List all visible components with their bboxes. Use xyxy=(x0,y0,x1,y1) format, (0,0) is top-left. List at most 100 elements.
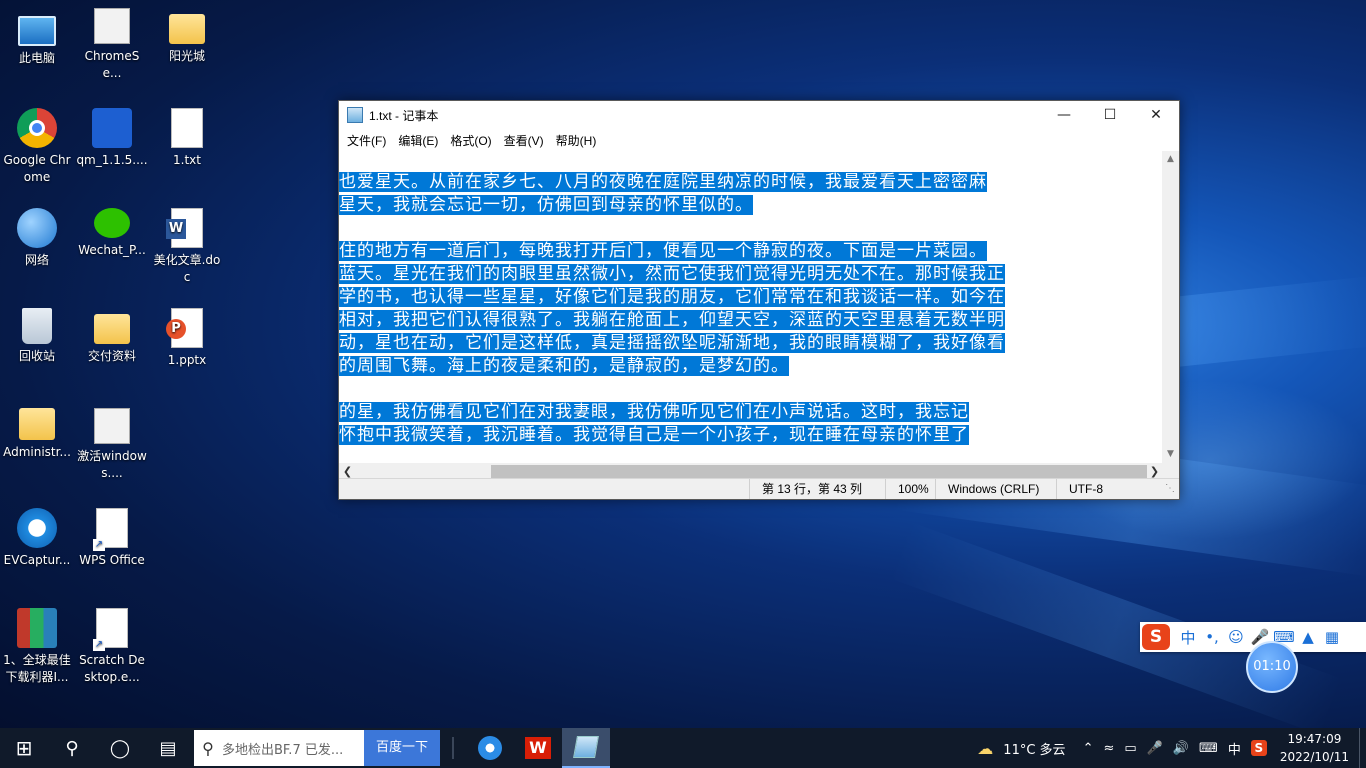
desktop-icon-network[interactable]: 网络 xyxy=(1,208,73,269)
line-ending: Windows (CRLF) xyxy=(935,479,1048,499)
windows-start-icon[interactable]: ⊞ xyxy=(0,728,48,768)
taskbar-separator xyxy=(452,737,454,759)
notepad-icon xyxy=(573,736,599,758)
text-line: 的怀抱中我微笑着，我沉睡着。我觉得自己是一个小孩子，现在睡在母亲的怀里了 xyxy=(339,425,969,445)
text-line: 星相对，我把它们认得很熟了。我躺在舱面上，仰望天空，深蓝的天空里悬着无数半明 xyxy=(339,310,1005,330)
device-icon[interactable]: ▭ xyxy=(1119,741,1141,756)
menu-file[interactable]: 文件(F) xyxy=(341,132,392,149)
close-button[interactable]: ✕ xyxy=(1133,101,1179,129)
clock-date: 2022/10/11 xyxy=(1279,750,1349,764)
taskbar: ⊞ ⚲ ◯ ▤ ⚲ 多地检出BF.7 已发... 百度一下 W ☁ 11°C 多… xyxy=(0,728,1366,768)
text-line: 文学的书，也认得一些星星，好像它们是我的朋友，它们常常在和我谈话一样。如今在 xyxy=(339,287,1005,307)
menu-format[interactable]: 格式(O) xyxy=(444,132,497,149)
search-icon[interactable]: ⚲ xyxy=(48,728,96,768)
maximize-button[interactable]: ☐ xyxy=(1087,101,1133,129)
network-icon xyxy=(17,208,57,248)
horizontal-scroll-thumb[interactable] xyxy=(491,465,1147,478)
wps-shortcut-icon xyxy=(93,508,128,551)
cortana-icon[interactable]: ◯ xyxy=(96,728,144,768)
desktop-icon-folder-delivery[interactable]: 交付资料 xyxy=(76,308,148,365)
scroll-up-icon[interactable]: ▲ xyxy=(1162,151,1179,168)
system-tray: ☁ 11°C 多云 ⌃ ≈ ▭ 🎤 🔊 ⌨ 中 S 19:47:09 2022/… xyxy=(972,728,1366,768)
wps-icon: W xyxy=(525,737,551,759)
ime-indicator[interactable]: 中 xyxy=(1223,739,1246,758)
text-line: 多的星，我仿佛看见它们在对我妻眼，我仿佛听见它们在小声说话。这时，我忘记 xyxy=(339,402,969,422)
text-line: 我住的地方有一道后门，每晚我打开后门，便看见一个静寂的夜。下面是一片菜园。 xyxy=(339,241,987,261)
desktop-icon-activate-windows[interactable]: 激活windows.... xyxy=(76,408,148,482)
text-line: 看星天，我就会忘记一切，仿佛回到母亲的怀里似的。 xyxy=(339,195,753,215)
ime-mode-toggle[interactable]: 中 xyxy=(1176,627,1200,648)
folder-icon xyxy=(94,314,130,344)
desktop-icon-doc[interactable]: 美化文章.doc xyxy=(151,208,223,286)
text-line: 我的周围飞舞。海上的夜是柔和的，是静寂的，是梦幻的。 xyxy=(339,356,789,376)
status-bar: 第 13 行，第 43 列 100% Windows (CRLF) UTF-8 … xyxy=(339,478,1179,499)
desktop-icon-qm[interactable]: qm_1.1.5.... xyxy=(76,108,148,169)
desktop-icon-winrar[interactable]: 1、全球最佳下载利器I... xyxy=(1,608,73,686)
baidu-search-button[interactable]: 百度一下 xyxy=(364,730,440,766)
desktop-icon-recycle-bin[interactable]: 回收站 xyxy=(1,308,73,365)
chevron-up-icon[interactable]: ⌃ xyxy=(1071,741,1099,756)
vertical-scrollbar[interactable]: ▲ ▼ xyxy=(1162,151,1179,463)
desktop-icon-chromesetup[interactable]: ChromeSe... xyxy=(76,8,148,82)
desktop-icon-pptx[interactable]: 1.pptx xyxy=(151,308,223,369)
sogou-browser-app[interactable] xyxy=(466,728,514,768)
notepad-window[interactable]: 1.txt - 记事本 — ☐ ✕ 文件(F) 编辑(E) 格式(O) 查看(V… xyxy=(338,100,1180,500)
microphone-icon[interactable]: 🎤 xyxy=(1142,741,1168,756)
text-editor[interactable]: 我也爱星天。从前在家乡七、八月的夜晚在庭院里纳凉的时候，我最爱看天上密密麻 看星… xyxy=(339,151,1163,463)
chrome-icon xyxy=(17,108,57,148)
baidu-search-box[interactable]: ⚲ 多地检出BF.7 已发... xyxy=(194,730,364,766)
clock[interactable]: 19:47:09 2022/10/11 xyxy=(1272,730,1359,766)
menu-edit[interactable]: 编辑(E) xyxy=(392,132,444,149)
desktop-icon-evcapture[interactable]: EVCaptur... xyxy=(1,508,73,569)
recycle-bin-icon xyxy=(22,308,52,344)
notepad-taskbar-app[interactable] xyxy=(562,728,610,768)
desktop-icon-1txt[interactable]: 1.txt xyxy=(151,108,223,169)
show-desktop-button[interactable] xyxy=(1359,728,1366,768)
setup-icon xyxy=(94,8,130,44)
zoom-level: 100% xyxy=(885,479,932,499)
text-file-icon xyxy=(171,108,203,148)
installer-icon xyxy=(92,108,132,148)
desktop-icon-this-pc[interactable]: 此电脑 xyxy=(1,8,73,67)
desktop-icon-wechat[interactable]: Wechat_P... xyxy=(76,208,148,259)
folder-icon xyxy=(169,14,205,44)
desktop-icon-administrator[interactable]: Administr... xyxy=(1,408,73,461)
sogou-logo-icon[interactable]: S xyxy=(1142,624,1170,650)
sogou-tray-icon[interactable]: S xyxy=(1246,740,1272,756)
shirt-icon[interactable]: ▲ xyxy=(1296,628,1320,646)
menu-bar: 文件(F) 编辑(E) 格式(O) 查看(V) 帮助(H) xyxy=(339,129,1179,151)
text-line: 我也爱星天。从前在家乡七、八月的夜晚在庭院里纳凉的时候，我最爱看天上密密麻 xyxy=(339,172,987,192)
title-bar[interactable]: 1.txt - 记事本 — ☐ ✕ xyxy=(339,101,1179,129)
menu-help[interactable]: 帮助(H) xyxy=(550,132,603,149)
wechat-icon xyxy=(94,208,130,238)
search-placeholder: 多地检出BF.7 已发... xyxy=(222,742,344,758)
smiley-icon[interactable]: ☺ xyxy=(1224,628,1248,646)
magnifier-icon: ⚲ xyxy=(202,738,214,758)
text-line: 的蓝天。星光在我们的肉眼里虽然微小，然而它使我们觉得光明无处不在。那时候我正 xyxy=(339,264,1005,284)
resize-grip-icon[interactable]: ⋱ xyxy=(1165,483,1175,494)
text-line: 在动，星也在动，它们是这样低，真是摇摇欲坠呢渐渐地，我的眼睛模糊了，我好像看 xyxy=(339,333,1005,353)
word-doc-icon xyxy=(166,208,203,248)
wifi-icon[interactable]: ≈ xyxy=(1098,741,1119,756)
weather-text[interactable]: 11°C 多云 xyxy=(998,739,1070,758)
wps-app[interactable]: W xyxy=(514,728,562,768)
ime-punctuation-toggle[interactable]: •, xyxy=(1200,628,1224,646)
recording-timer[interactable]: 01:10 xyxy=(1246,641,1298,693)
weather-icon[interactable]: ☁ xyxy=(972,739,998,758)
desktop-icon-folder-yangguangcheng[interactable]: 阳光城 xyxy=(151,8,223,65)
task-view-icon[interactable]: ▤ xyxy=(144,728,192,768)
activation-icon xyxy=(94,408,130,444)
volume-icon[interactable]: 🔊 xyxy=(1168,741,1194,756)
minimize-button[interactable]: — xyxy=(1041,101,1087,129)
user-folder-icon xyxy=(19,408,55,440)
desktop-icon-chrome[interactable]: Google Chrome xyxy=(1,108,73,186)
evcapture-icon xyxy=(17,508,57,548)
menu-view[interactable]: 查看(V) xyxy=(498,132,550,149)
scroll-down-icon[interactable]: ▼ xyxy=(1162,446,1179,463)
grid-icon[interactable]: ▦ xyxy=(1320,628,1344,646)
desktop-icon-wps[interactable]: WPS Office xyxy=(76,508,148,569)
cursor-position: 第 13 行，第 43 列 xyxy=(749,479,886,499)
desktop-icon-scratch[interactable]: Scratch Desktop.e... xyxy=(76,608,148,686)
clock-time: 19:47:09 xyxy=(1287,732,1342,746)
keyboard-icon[interactable]: ⌨ xyxy=(1194,741,1223,756)
